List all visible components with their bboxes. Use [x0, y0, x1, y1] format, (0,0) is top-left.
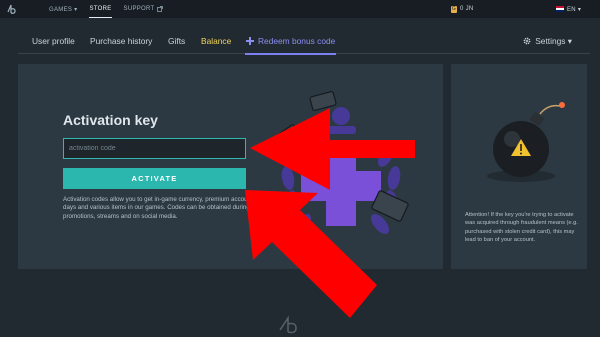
redeem-panel: Activation key ACTIVATE Activation codes… [18, 64, 443, 269]
tab-redeem-label: Redeem bonus code [258, 36, 336, 46]
settings-menu[interactable]: Settings ▾ [523, 36, 572, 46]
nav-store-label: STORE [89, 6, 112, 12]
nav-support[interactable]: SUPPORT [124, 0, 163, 18]
warning-panel: Attention! If the key you're trying to a… [451, 64, 587, 269]
logo-icon[interactable] [6, 3, 18, 15]
currency-value: 0 ЈN [460, 6, 474, 12]
external-link-icon [156, 6, 163, 12]
currency-balance[interactable]: G 0 ЈN [451, 0, 474, 18]
footer-logo-icon [279, 315, 297, 334]
flag-icon [556, 6, 564, 12]
redeem-background-art [268, 90, 409, 259]
nav-support-label: SUPPORT [123, 6, 155, 12]
tab-purchase-history[interactable]: Purchase history [90, 36, 152, 46]
nav-games-label: GAMES ▾ [49, 6, 78, 13]
language-selector[interactable]: EN ▾ [556, 0, 581, 18]
language-label: EN ▾ [567, 6, 582, 13]
nav-store[interactable]: STORE [89, 0, 112, 18]
top-nav: GAMES ▾ STORE SUPPORT [49, 0, 163, 18]
nav-games[interactable]: GAMES ▾ [49, 0, 77, 18]
tab-gifts[interactable]: Gifts [168, 36, 185, 46]
activation-code-input[interactable] [63, 138, 246, 159]
profile-tabs: User profile Purchase history Gifts Bala… [18, 28, 590, 55]
top-bar: GAMES ▾ STORE SUPPORT G 0 ЈN EN ▾ [0, 0, 600, 18]
redeem-icon [246, 37, 254, 45]
settings-label: Settings ▾ [535, 36, 572, 46]
page-title: Activation key [63, 112, 158, 128]
coin-icon: G [451, 5, 457, 13]
gear-icon [523, 37, 531, 45]
tab-redeem-bonus-code[interactable]: Redeem bonus code [244, 36, 337, 55]
fraud-warning-text: Attention! If the key you're trying to a… [465, 212, 578, 243]
tab-user-profile[interactable]: User profile [32, 36, 75, 46]
tab-balance[interactable]: Balance [201, 36, 231, 46]
bomb-icon [487, 102, 565, 182]
activation-description: Activation codes allow you to get in-gam… [63, 196, 253, 220]
activate-button[interactable]: ACTIVATE [63, 168, 246, 189]
